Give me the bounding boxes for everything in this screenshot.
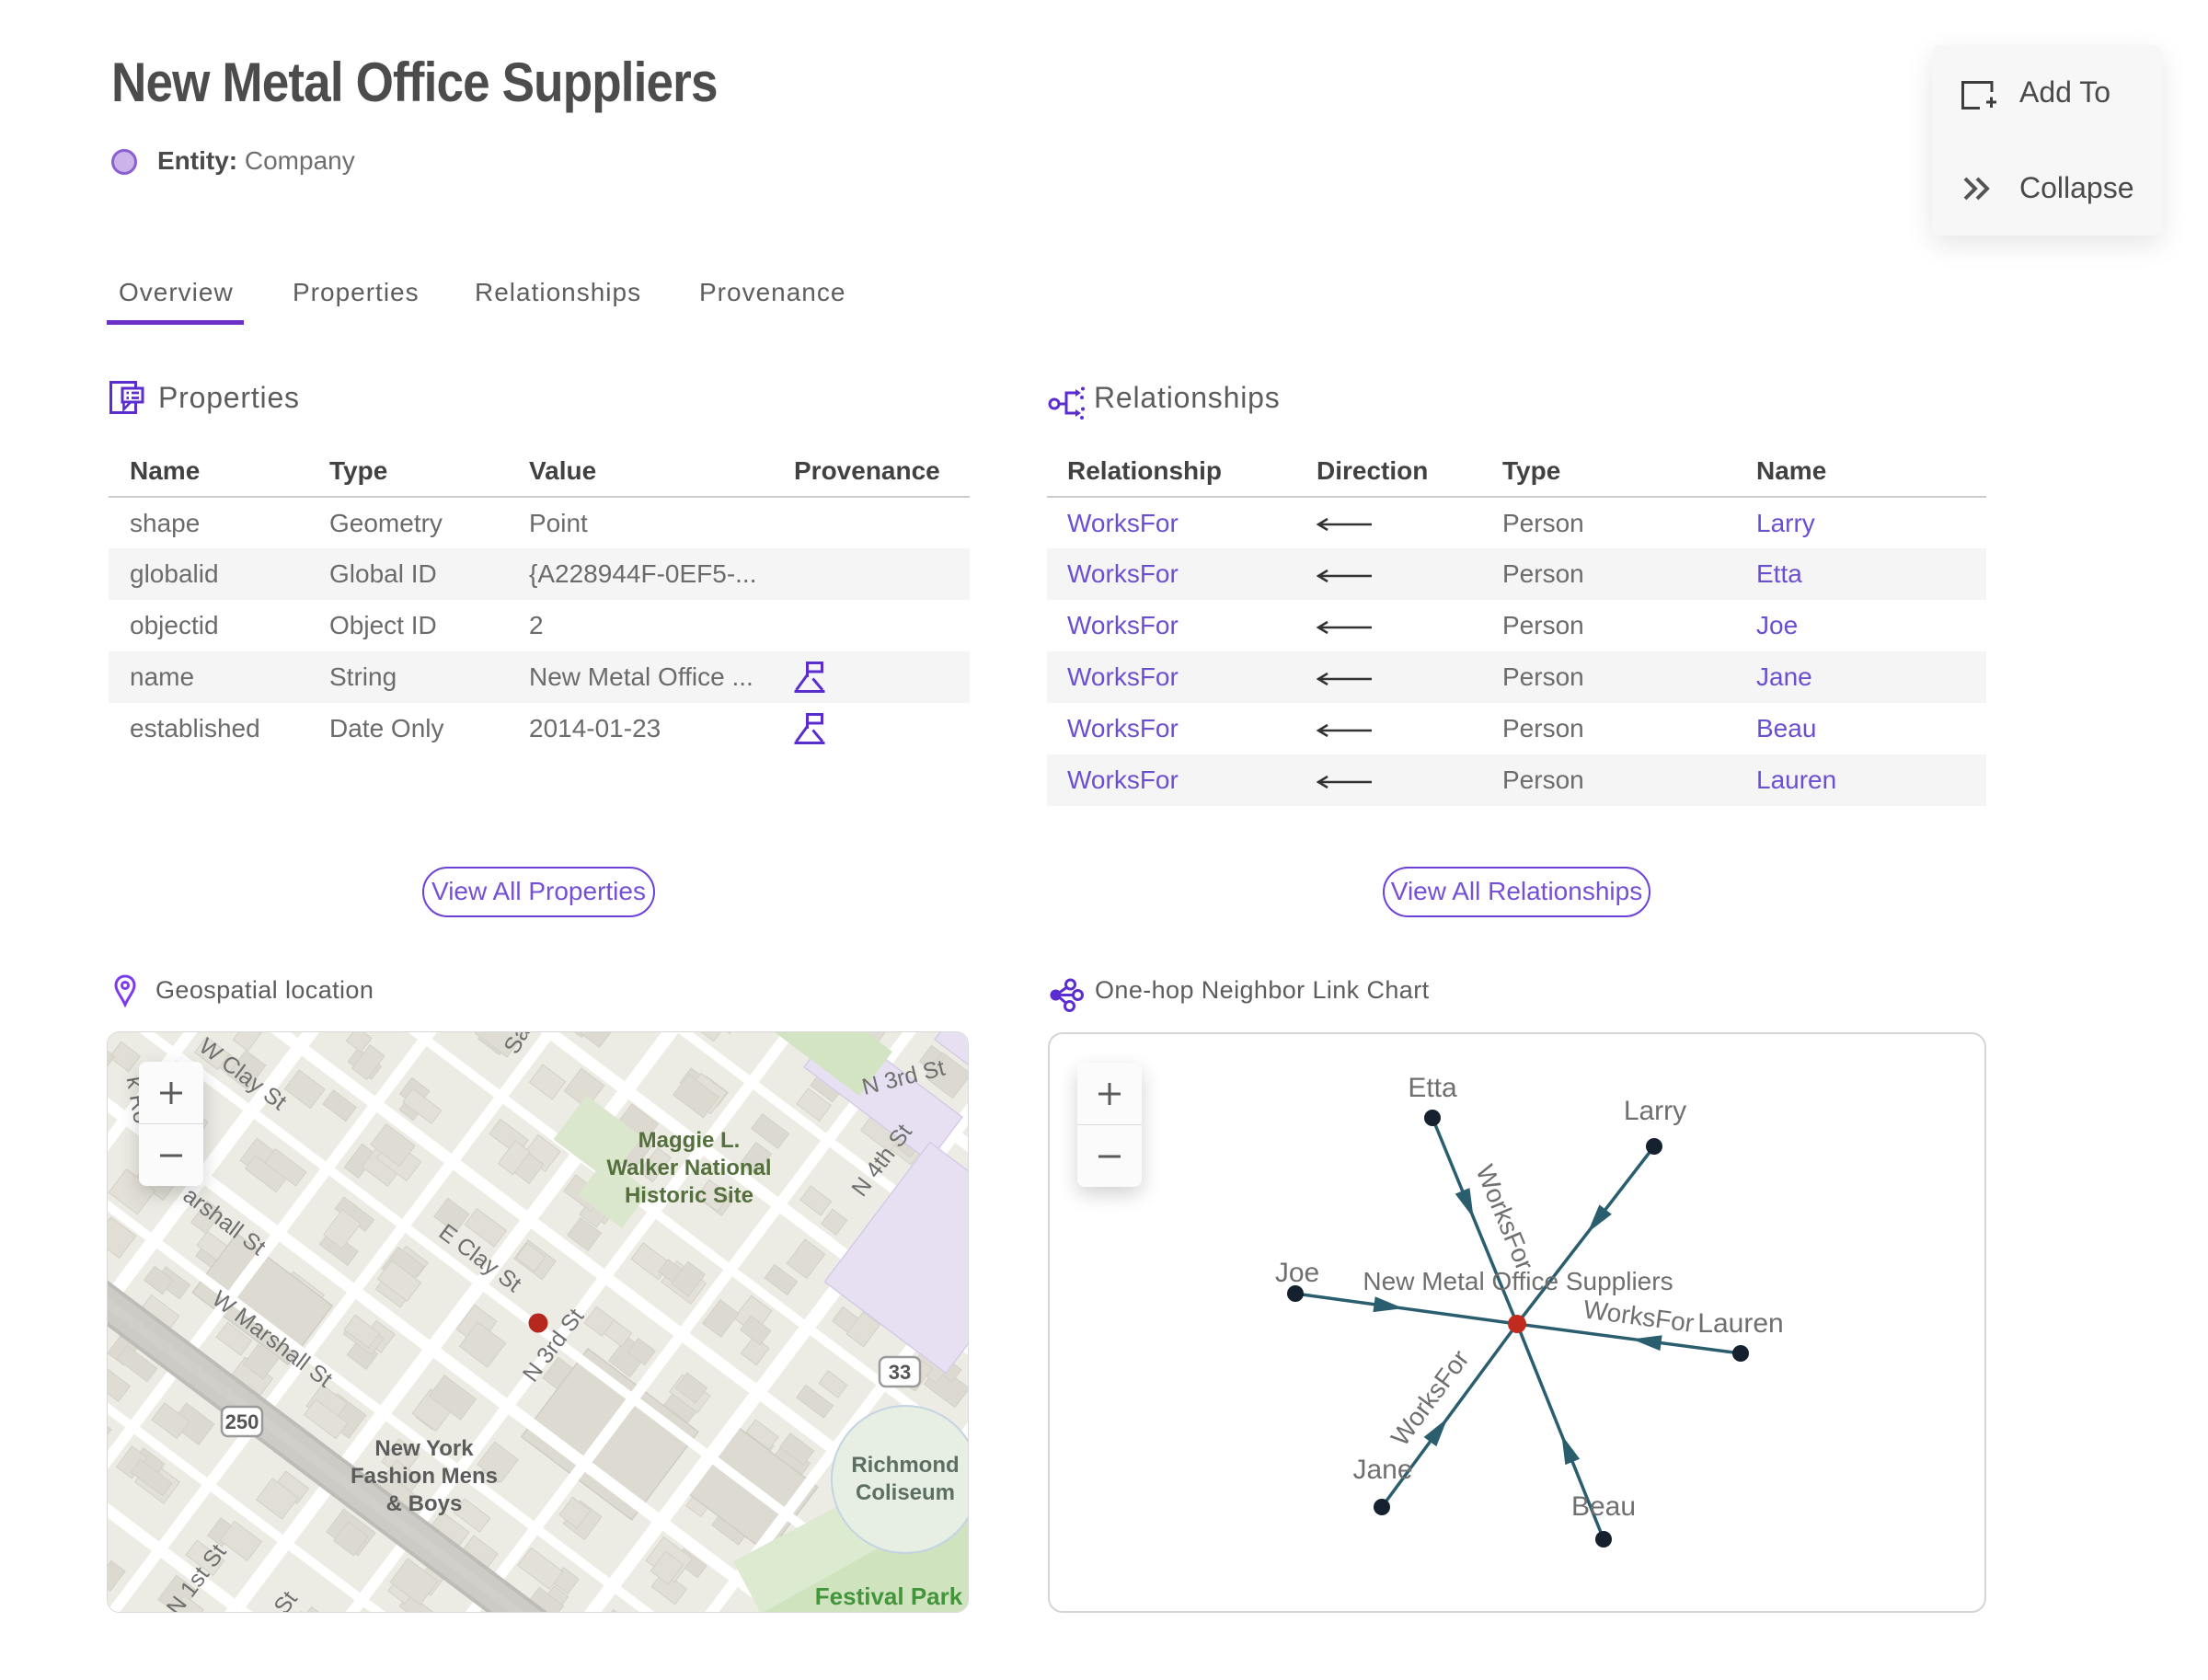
svg-text:Larry: Larry <box>1624 1096 1686 1126</box>
svg-text:Coliseum: Coliseum <box>856 1480 955 1505</box>
svg-text:Etta: Etta <box>1408 1073 1457 1103</box>
svg-text:Festival Park: Festival Park <box>815 1582 963 1610</box>
svg-text:New York: New York <box>374 1436 474 1461</box>
svg-text:250: 250 <box>225 1410 259 1433</box>
svg-text:Walker National: Walker National <box>606 1156 771 1180</box>
svg-text:Richmond: Richmond <box>851 1453 959 1478</box>
svg-text:Fashion Mens: Fashion Mens <box>351 1464 498 1489</box>
svg-text:Historic Site: Historic Site <box>625 1183 753 1208</box>
svg-text:Beau: Beau <box>1571 1491 1636 1522</box>
svg-text:33: 33 <box>889 1361 911 1384</box>
svg-text:WorksFor: WorksFor <box>1470 1161 1539 1274</box>
svg-text:WorksFor: WorksFor <box>1581 1295 1696 1338</box>
svg-text:Joe: Joe <box>1275 1258 1319 1288</box>
svg-text:Jane: Jane <box>1352 1455 1412 1485</box>
svg-text:& Boys: & Boys <box>386 1491 463 1516</box>
svg-text:Maggie L.: Maggie L. <box>638 1128 741 1153</box>
svg-text:Lauren: Lauren <box>1697 1308 1783 1339</box>
